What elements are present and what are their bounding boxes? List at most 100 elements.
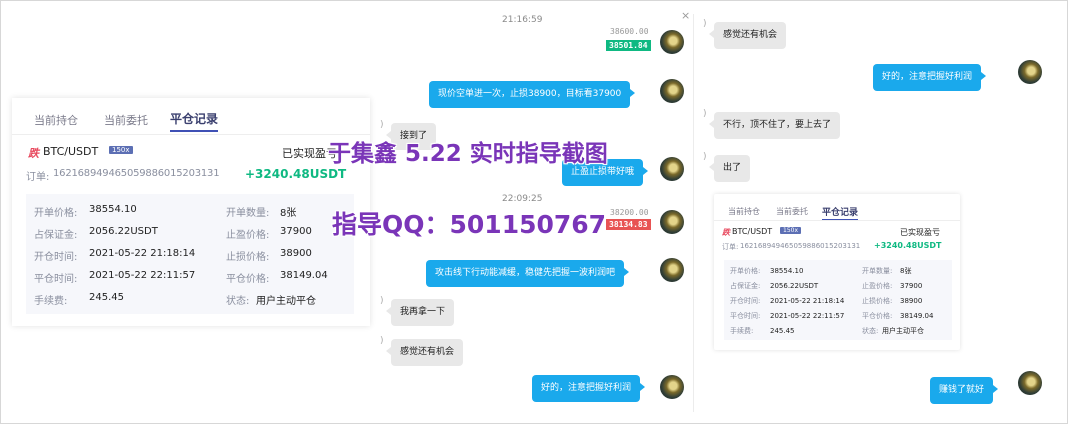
realized-pnl-label: 已实现盈亏: [900, 228, 940, 237]
close-price: 38149.04: [900, 312, 934, 320]
leverage-badge: 150x: [780, 227, 802, 234]
open-price-label: 开单价格:: [34, 208, 78, 219]
received-message: 不行，顶不住了，要上去了: [708, 112, 841, 139]
sent-message: 赚钱了就好: [930, 377, 999, 404]
price-current: 38501.84: [606, 40, 651, 51]
close-icon[interactable]: ×: [681, 9, 690, 22]
open-time-label: 开仓时间:: [34, 252, 78, 263]
sl: 38900: [280, 248, 312, 259]
leverage-badge: 150x: [109, 146, 133, 154]
open-price: 38554.10: [770, 267, 804, 275]
tab-positions[interactable]: 当前持仓: [34, 112, 78, 128]
price-prev: 38200.00: [610, 208, 649, 217]
pnl-value: +3240.48USDT: [874, 241, 942, 250]
order-id: 16216894946505988601520313​1: [740, 242, 861, 250]
sent-message: 好的，注意把握好利润: [532, 375, 646, 402]
status: 用户主动平仓: [256, 296, 316, 307]
fee-label: 手续费:: [34, 296, 68, 307]
open-time-label: 开仓时间:: [730, 297, 761, 305]
column-divider: [693, 14, 694, 412]
pair: BTC/USDT: [43, 145, 99, 158]
order-card-thumbnail[interactable]: 当前持仓 当前委托 平仓记录 跌 BTC/USDT 150x 已实现盈亏 订单:…: [714, 194, 960, 350]
avatar[interactable]: [1018, 60, 1042, 84]
order-id: 16216894946505988601520313​1: [53, 168, 220, 179]
watermark-title: 于集鑫 5.22 实时指导截图: [328, 141, 608, 167]
close-time: 2021-05-22 22:11:57: [89, 270, 196, 281]
margin: 2056.22USDT: [89, 226, 158, 237]
order-record-card: 当前持仓 当前委托 平仓记录 跌 BTC/USDT 150x 已实现盈亏 订单:…: [12, 98, 370, 326]
status: 用户主动平仓: [882, 327, 924, 335]
receipt-mark: ): [380, 336, 384, 346]
tab-positions[interactable]: 当前持仓: [728, 206, 760, 217]
order-label: 订单:: [26, 172, 50, 183]
tab-divider: [714, 220, 960, 221]
receipt-mark: ): [703, 19, 707, 29]
tp-label: 止盈价格:: [226, 230, 270, 241]
close-time: 2021-05-22 22:11:57: [770, 312, 845, 320]
sl: 38900: [900, 297, 923, 305]
open-price-label: 开单价格:: [730, 267, 761, 275]
tab-bar: 当前持仓 当前委托 平仓记录: [12, 98, 370, 135]
received-message: 感觉还有机会: [708, 22, 787, 49]
receipt-mark: ): [703, 152, 707, 162]
fee-label: 手续费:: [730, 327, 754, 335]
receipt-mark: ): [703, 109, 707, 119]
order-label: 订单:: [722, 243, 739, 251]
receipt-mark: ): [380, 296, 384, 306]
open-price: 38554.10: [89, 204, 137, 215]
fee: 245.45: [770, 327, 795, 335]
tp: 37900: [280, 226, 312, 237]
received-message: 出了: [708, 155, 751, 182]
price-prev: 38600.00: [610, 27, 649, 36]
price-tag: 38600.00 38501.84: [606, 27, 651, 51]
margin: 2056.22USDT: [770, 282, 819, 290]
avatar[interactable]: [660, 157, 684, 181]
avatar[interactable]: [660, 375, 684, 399]
details-panel: 开单价格: 38554.10 占保证金: 2056.22USDT 开仓时间: 2…: [26, 194, 354, 314]
close-price-label: 平仓价格:: [862, 312, 893, 320]
qty-label: 开单数量:: [862, 267, 893, 275]
avatar[interactable]: [660, 30, 684, 54]
pair: BTC/USDT: [732, 227, 773, 236]
margin-label: 占保证金:: [34, 230, 78, 241]
details-panel: 开单价格: 38554.10 占保证金: 2056.22USDT 开仓时间: 2…: [724, 260, 952, 340]
tp: 37900: [900, 282, 923, 290]
sent-message: 攻击线下行动能减缓，稳健先把握一波利润吧: [426, 260, 630, 287]
qty: 8张: [900, 267, 912, 275]
sent-message: 现价空单进一次，止损38900，目标看37900: [429, 81, 636, 108]
side-badge: 跌: [28, 147, 39, 160]
sl-label: 止损价格:: [226, 252, 270, 263]
sl-label: 止损价格:: [862, 297, 893, 305]
price-current: 38134.83: [606, 219, 651, 230]
pnl-value: +3240.48USDT: [245, 167, 347, 181]
price-tag: 38200.00 38134.83: [606, 208, 651, 230]
avatar[interactable]: [660, 79, 684, 103]
fee: 245.45: [89, 292, 124, 303]
tab-orders[interactable]: 当前委托: [776, 206, 808, 217]
open-time: 2021-05-22 21:18:14: [770, 297, 845, 305]
avatar[interactable]: [660, 258, 684, 282]
close-price: 38149.04: [280, 270, 328, 281]
timestamp: 21:16:59: [502, 15, 543, 25]
tab-orders[interactable]: 当前委托: [104, 112, 148, 128]
close-time-label: 平仓时间:: [34, 274, 78, 285]
avatar[interactable]: [1018, 371, 1042, 395]
tab-close-records[interactable]: 平仓记录: [822, 205, 859, 221]
sent-message: 好的，注意把握好利润: [873, 64, 987, 91]
qty-label: 开单数量:: [226, 208, 270, 219]
close-price-label: 平仓价格:: [226, 274, 270, 285]
tab-close-records[interactable]: 平仓记录: [170, 110, 219, 132]
watermark-contact: 指导QQ：501150767: [332, 210, 607, 239]
side-badge: 跌: [722, 228, 730, 237]
status-label: 状态:: [862, 327, 879, 335]
received-message: 我再拿一下: [385, 299, 455, 326]
tp-label: 止盈价格:: [862, 282, 893, 290]
status-label: 状态:: [226, 296, 250, 307]
avatar[interactable]: [660, 210, 684, 234]
receipt-mark: ): [380, 120, 384, 130]
received-message: 感觉还有机会: [385, 339, 464, 366]
timestamp: 22:09:25: [502, 194, 543, 204]
open-time: 2021-05-22 21:18:14: [89, 248, 196, 259]
close-time-label: 平仓时间:: [730, 312, 761, 320]
qty: 8张: [280, 208, 297, 219]
